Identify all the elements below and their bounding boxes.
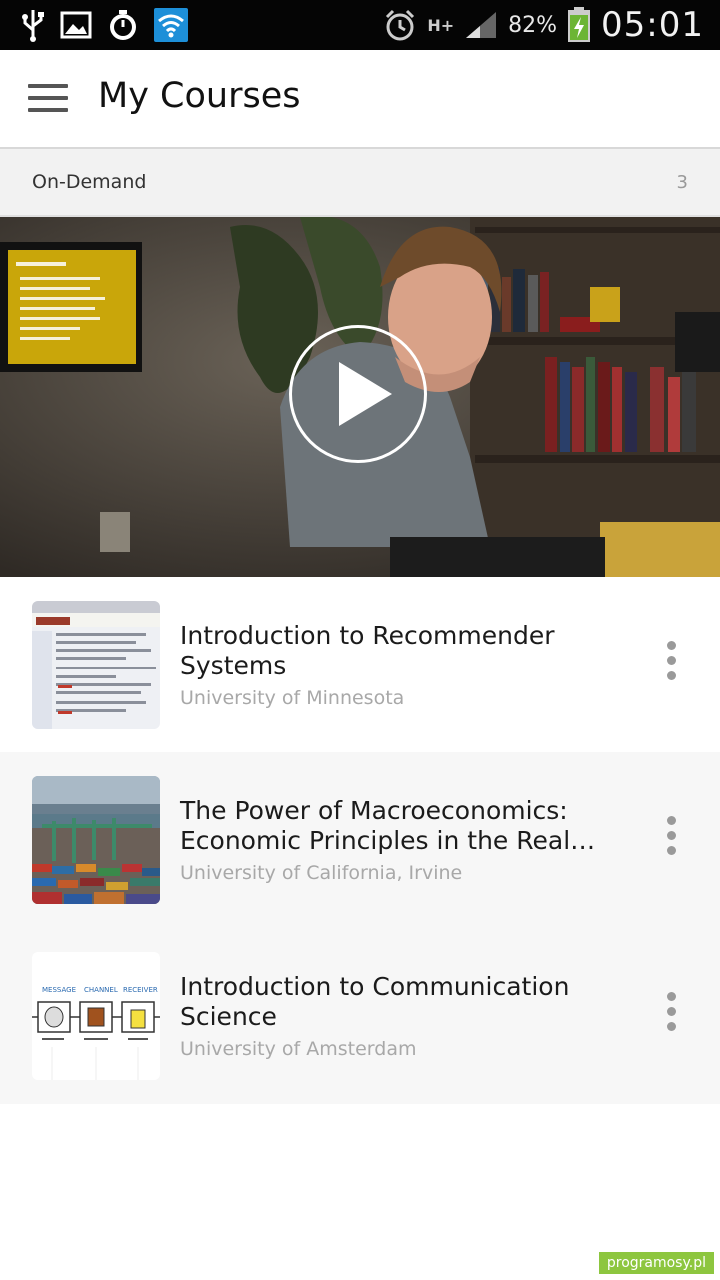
gallery-icon	[60, 11, 92, 39]
course-thumbnail-image: MESSAGE CHANNEL RECEIVER	[32, 952, 160, 1080]
course-title: Introduction to Communication Science	[180, 972, 570, 1031]
signal-icon	[466, 12, 497, 38]
section-count: 3	[676, 172, 688, 193]
course-title: Introduction to Recommender Systems	[180, 621, 555, 680]
hamburger-icon-line	[28, 96, 68, 100]
thumb-label-channel: CHANNEL	[84, 986, 118, 994]
page-title: My Courses	[98, 76, 301, 116]
course-title: The Power of Macroeconomics: Economic Pr…	[180, 796, 596, 855]
course-thumbnail	[32, 776, 160, 904]
hamburger-icon-line	[28, 108, 68, 112]
play-button[interactable]	[289, 325, 427, 463]
alarm-icon	[386, 9, 415, 41]
stopwatch-icon	[110, 10, 136, 40]
wifi-icon	[154, 8, 188, 42]
more-options-icon[interactable]	[662, 816, 680, 860]
more-options-icon[interactable]	[662, 992, 680, 1036]
course-thumbnail-image	[32, 601, 160, 729]
course-thumbnail-image	[32, 776, 160, 904]
course-item[interactable]: MESSAGE CHANNEL RECEIVER Introduction to…	[0, 928, 720, 1104]
battery-charging-icon	[568, 7, 591, 42]
thumb-label-message: MESSAGE	[42, 986, 76, 994]
battery-percent: 82%	[508, 12, 558, 38]
app-bar: My Courses	[0, 50, 720, 149]
status-bar: H+ 82% 05:01	[0, 0, 720, 50]
course-university: University of California, Irvine	[180, 862, 463, 884]
hamburger-icon	[28, 84, 68, 88]
clock: 05:01	[601, 5, 704, 45]
watermark: programosy.pl	[598, 1252, 714, 1274]
thumb-label-receiver: RECEIVER	[123, 986, 158, 994]
play-icon	[339, 362, 392, 426]
section-header: On-Demand 3	[0, 149, 720, 217]
video-preview[interactable]	[0, 217, 720, 577]
section-title: On-Demand	[32, 171, 147, 193]
course-thumbnail: MESSAGE CHANNEL RECEIVER	[32, 952, 160, 1080]
course-thumbnail	[32, 601, 160, 729]
more-options-icon[interactable]	[662, 641, 680, 685]
course-university: University of Minnesota	[180, 687, 405, 709]
course-item[interactable]: The Power of Macroeconomics: Economic Pr…	[0, 752, 720, 928]
menu-button[interactable]	[28, 84, 68, 112]
usb-icon	[22, 10, 44, 42]
network-type: H+	[427, 15, 455, 35]
course-university: University of Amsterdam	[180, 1038, 417, 1060]
course-item[interactable]: Introduction to Recommender Systems Univ…	[0, 577, 720, 755]
